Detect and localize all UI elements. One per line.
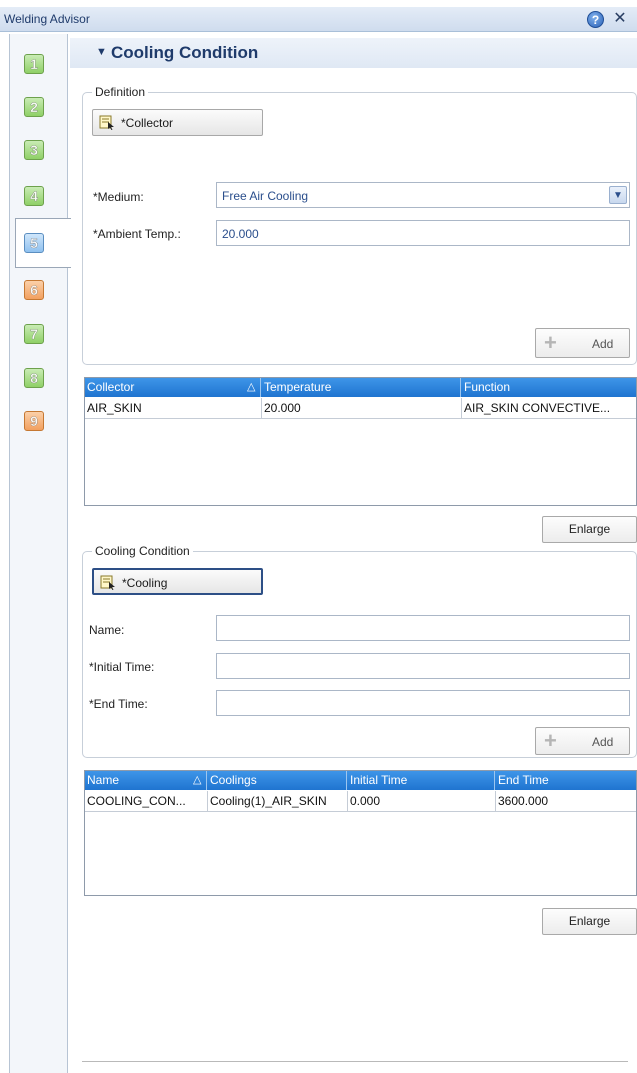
collector-enlarge-button[interactable]: Enlarge xyxy=(542,516,637,543)
cooling-add-label: Add xyxy=(592,735,614,749)
step-8-button[interactable]: 8 xyxy=(24,368,44,388)
cooling-add-button[interactable]: + Add xyxy=(535,727,630,755)
definition-group: Definition *Collector *Medium: Free Air … xyxy=(82,85,637,365)
cell-coolings: Cooling(1)_AIR_SKIN xyxy=(208,791,348,812)
collector-select-button[interactable]: *Collector xyxy=(92,109,263,136)
step-5-button[interactable]: 5 xyxy=(24,233,44,253)
sort-asc-icon: △ xyxy=(193,774,202,786)
step-4-button[interactable]: 4 xyxy=(24,186,44,206)
column-header-temperature[interactable]: Temperature xyxy=(262,378,461,397)
cell-collector: AIR_SKIN xyxy=(85,398,262,419)
sort-asc-icon: △ xyxy=(247,381,256,393)
cell-end-time: 3600.000 xyxy=(496,791,636,812)
column-header-function[interactable]: Function xyxy=(462,378,636,397)
cooling-condition-group: Cooling Condition *Cooling Name: *Initia… xyxy=(82,544,637,758)
column-header-name-label: Name xyxy=(87,773,120,787)
collector-button-label: *Collector xyxy=(121,116,174,130)
initial-time-field[interactable] xyxy=(216,653,630,679)
plus-icon: + xyxy=(544,330,557,355)
collector-table-header: Collector △ Temperature Function xyxy=(85,378,636,397)
ambient-temp-value: 20.000 xyxy=(222,227,259,241)
step-1-button[interactable]: 1 xyxy=(24,54,44,74)
close-icon[interactable]: ✕ xyxy=(612,10,628,28)
definition-group-title: Definition xyxy=(92,85,149,99)
medium-dropdown[interactable]: Free Air Cooling ▼ xyxy=(216,182,630,208)
cooling-enlarge-button[interactable]: Enlarge xyxy=(542,908,637,935)
bottom-divider xyxy=(82,1061,628,1062)
cell-function: AIR_SKIN CONVECTIVE... xyxy=(462,398,636,419)
cooling-select-button[interactable]: *Cooling xyxy=(92,568,263,595)
step-6-button[interactable]: 6 xyxy=(24,280,44,300)
plus-icon: + xyxy=(544,728,557,753)
collapse-caret-icon[interactable]: ▼ xyxy=(96,46,107,58)
definition-add-button[interactable]: + Add xyxy=(535,328,630,358)
medium-value: Free Air Cooling xyxy=(222,189,309,203)
column-header-collector-label: Collector xyxy=(87,380,135,394)
step-7-button[interactable]: 7 xyxy=(24,324,44,344)
section-title: Cooling Condition xyxy=(111,43,259,62)
section-header[interactable]: ▼ Cooling Condition xyxy=(70,38,637,68)
end-time-label: *End Time: xyxy=(89,697,148,711)
chevron-down-icon[interactable]: ▼ xyxy=(609,186,627,204)
select-cursor-icon xyxy=(99,115,114,130)
cell-name: COOLING_CON... xyxy=(85,791,208,812)
column-header-initial-time[interactable]: Initial Time xyxy=(348,771,495,790)
step-9-button[interactable]: 9 xyxy=(24,411,44,431)
definition-add-label: Add xyxy=(592,337,614,351)
window-title: Welding Advisor xyxy=(4,12,90,26)
step-3-button[interactable]: 3 xyxy=(24,140,44,160)
collector-table[interactable]: Collector △ Temperature Function AIR_SKI… xyxy=(84,377,637,506)
ambient-temp-label: *Ambient Temp.: xyxy=(93,227,181,241)
initial-time-label: *Initial Time: xyxy=(89,660,155,674)
select-cursor-icon xyxy=(100,575,115,590)
column-header-coolings[interactable]: Coolings xyxy=(208,771,347,790)
cooling-button-label: *Cooling xyxy=(122,576,168,590)
cooling-group-title: Cooling Condition xyxy=(92,544,193,558)
column-header-collector[interactable]: Collector △ xyxy=(85,378,261,397)
cooling-table-header: Name △ Coolings Initial Time End Time xyxy=(85,771,636,790)
cell-temperature: 20.000 xyxy=(262,398,462,419)
name-field[interactable] xyxy=(216,615,630,641)
title-bar: Welding Advisor ? ✕ xyxy=(0,7,637,32)
column-header-end-time[interactable]: End Time xyxy=(496,771,636,790)
medium-label: *Medium: xyxy=(93,190,144,204)
ambient-temp-field[interactable]: 20.000 xyxy=(216,220,630,246)
cooling-table[interactable]: Name △ Coolings Initial Time End Time CO… xyxy=(84,770,637,896)
column-header-name[interactable]: Name △ xyxy=(85,771,207,790)
cell-initial-time: 0.000 xyxy=(348,791,496,812)
name-label: Name: xyxy=(89,623,125,637)
help-icon[interactable]: ? xyxy=(587,11,604,28)
end-time-field[interactable] xyxy=(216,690,630,716)
step-strip: 1 2 3 4 5 6 7 8 9 xyxy=(9,34,71,1073)
step-2-button[interactable]: 2 xyxy=(24,97,44,117)
